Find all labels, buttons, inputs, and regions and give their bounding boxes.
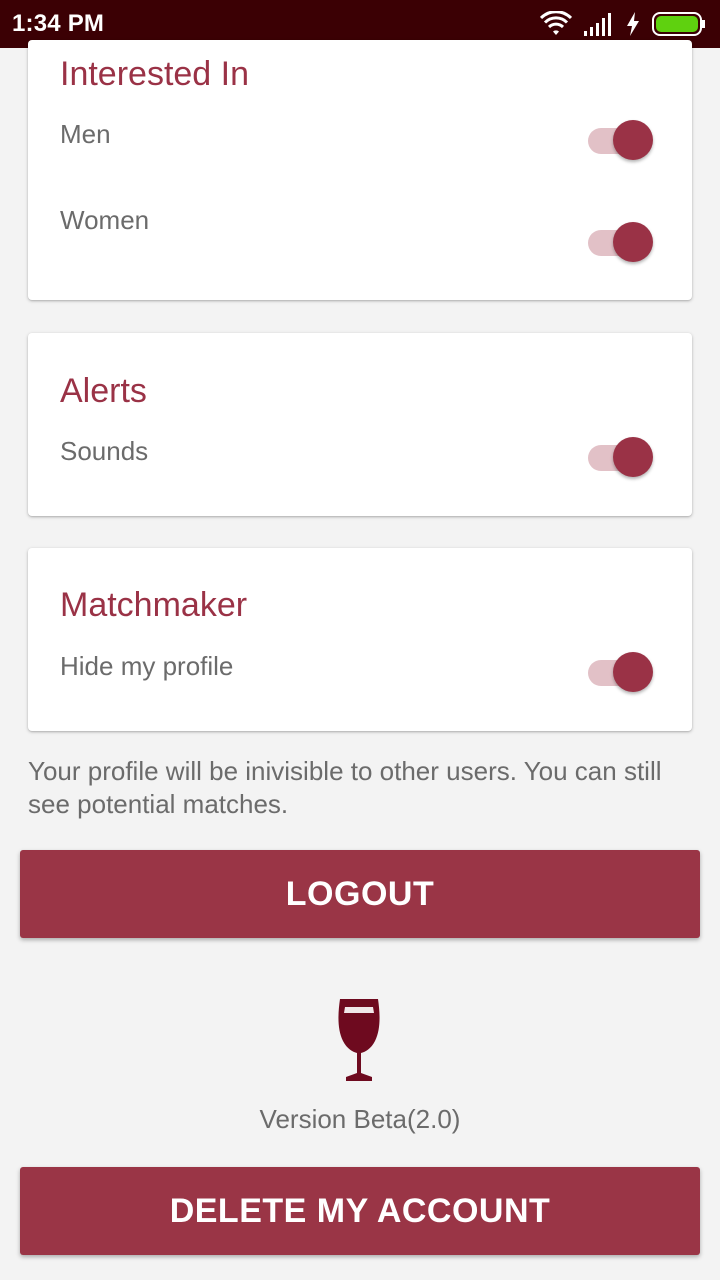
matchmaker-card: Matchmaker Hide my profile <box>28 548 692 731</box>
women-toggle[interactable] <box>588 222 654 264</box>
men-toggle-thumb <box>613 120 653 160</box>
sounds-label: Sounds <box>60 436 149 466</box>
hide-profile-label: Hide my profile <box>60 651 234 681</box>
version-label: Version Beta(2.0) <box>259 1104 461 1134</box>
matchmaker-title: Matchmaker <box>60 586 248 624</box>
logout-button[interactable]: LOGOUT <box>20 850 700 938</box>
men-label: Men <box>60 119 111 149</box>
sounds-toggle[interactable] <box>588 437 654 479</box>
charging-icon <box>627 12 639 36</box>
delete-account-button[interactable]: DELETE MY ACCOUNT <box>20 1167 700 1255</box>
wifi-icon <box>540 11 572 35</box>
interested-in-card: Interested In Men Women <box>28 40 692 300</box>
women-label: Women <box>60 205 150 235</box>
men-toggle[interactable] <box>588 120 654 162</box>
wine-glass-icon <box>338 999 380 1081</box>
hide-profile-toggle[interactable] <box>588 652 654 694</box>
status-time: 1:34 PM <box>12 10 105 37</box>
alerts-title: Alerts <box>60 372 147 410</box>
women-toggle-thumb <box>613 222 653 262</box>
interested-in-title: Interested In <box>60 55 250 93</box>
status-icons <box>540 11 706 37</box>
hide-profile-hint: Your profile will be inivisible to other… <box>28 756 662 819</box>
battery-icon <box>652 12 705 36</box>
signal-icon <box>584 13 611 36</box>
alerts-card: Alerts Sounds <box>28 333 692 516</box>
sounds-toggle-thumb <box>613 437 653 477</box>
hide-profile-toggle-thumb <box>613 652 653 692</box>
